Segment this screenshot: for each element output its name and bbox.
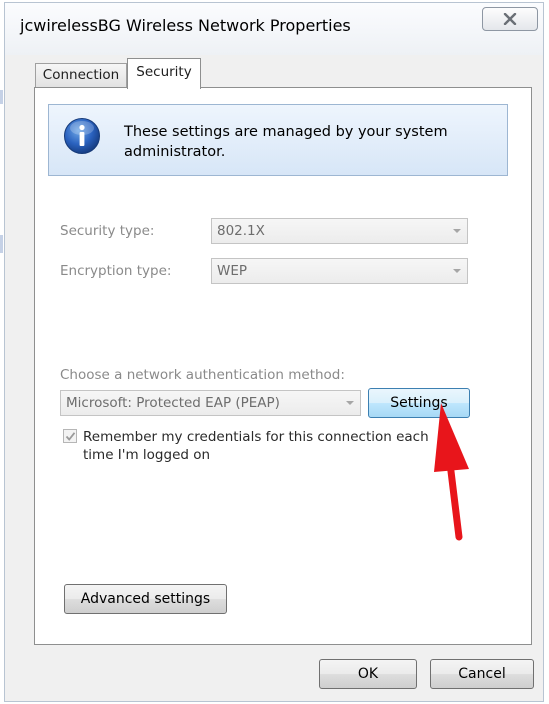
chevron-down-icon xyxy=(346,401,354,405)
remember-credentials-checkbox[interactable] xyxy=(63,429,77,443)
chevron-down-icon xyxy=(453,269,461,273)
remember-credentials-label: Remember my credentials for this connect… xyxy=(83,429,429,463)
security-type-value: 802.1X xyxy=(217,223,265,239)
cancel-button[interactable]: Cancel xyxy=(430,659,534,689)
security-type-dropdown[interactable]: 802.1X xyxy=(211,218,468,244)
close-icon xyxy=(503,13,517,25)
background-artifact xyxy=(0,90,3,104)
encryption-type-value: WEP xyxy=(217,263,248,279)
auth-method-dropdown[interactable]: Microsoft: Protected EAP (PEAP) xyxy=(60,390,361,416)
advanced-settings-button[interactable]: Advanced settings xyxy=(64,584,227,614)
info-icon xyxy=(64,118,100,154)
window-title: jcwirelessBG Wireless Network Properties xyxy=(20,16,351,35)
encryption-type-label: Encryption type: xyxy=(60,263,172,279)
settings-button[interactable]: Settings xyxy=(368,388,470,418)
encryption-type-dropdown[interactable]: WEP xyxy=(211,258,468,284)
auth-method-label: Choose a network authentication method: xyxy=(60,367,345,383)
close-button[interactable] xyxy=(482,7,538,31)
chevron-down-icon xyxy=(453,229,461,233)
auth-method-value: Microsoft: Protected EAP (PEAP) xyxy=(66,395,280,411)
admin-info-message: These settings are managed by your syste… xyxy=(124,124,448,160)
tab-security[interactable]: Security xyxy=(127,58,201,89)
admin-info-banner: These settings are managed by your syste… xyxy=(48,104,508,176)
security-type-label: Security type: xyxy=(60,223,155,239)
background-artifact xyxy=(0,235,3,253)
tab-connection[interactable]: Connection xyxy=(35,63,127,87)
dialog-window: jcwirelessBG Wireless Network Properties… xyxy=(4,2,544,702)
security-tab-panel: These settings are managed by your syste… xyxy=(34,87,532,645)
ok-button[interactable]: OK xyxy=(319,659,417,689)
checkmark-icon xyxy=(65,432,76,441)
